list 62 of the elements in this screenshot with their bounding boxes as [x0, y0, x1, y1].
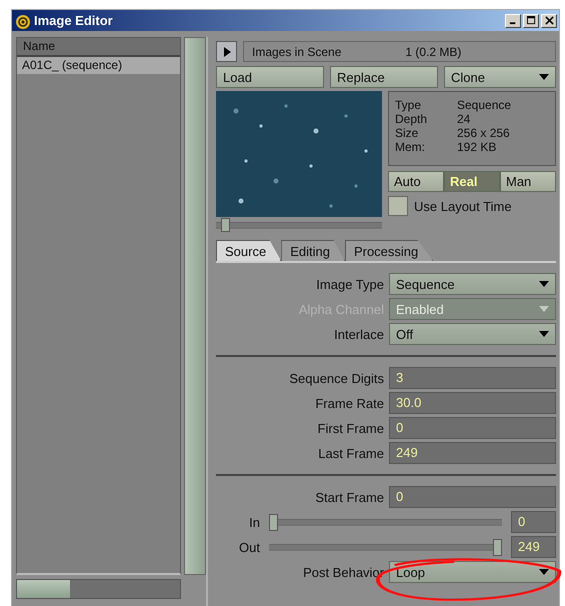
- dropdown-arrow-icon: [539, 306, 549, 312]
- number-field[interactable]: 30.0: [389, 392, 556, 414]
- scene-count: 1 (0.2 MB): [405, 44, 462, 58]
- action-button[interactable]: Replace: [330, 66, 438, 88]
- field-label: Post Behavior: [302, 564, 384, 580]
- minimize-button[interactable]: [505, 14, 521, 28]
- field-label: Sequence Digits: [288, 370, 384, 386]
- scene-label: Images in Scene: [252, 44, 342, 58]
- info-label: Size: [395, 126, 420, 140]
- slider-label: In: [248, 514, 260, 530]
- field-label: First Frame: [316, 420, 384, 436]
- play-button[interactable]: [216, 41, 237, 62]
- field-label: Image Type: [315, 276, 384, 292]
- window-title: Image Editor: [34, 13, 113, 28]
- dropdown-arrow-icon: [539, 331, 549, 337]
- checkbox-label: Use Layout Time: [414, 198, 512, 214]
- info-label: Type: [395, 98, 422, 112]
- image-list-item[interactable]: A01C_ (sequence): [17, 57, 180, 74]
- slider-handle[interactable]: [220, 218, 230, 232]
- dropdown[interactable]: Sequence: [389, 273, 556, 295]
- info-label: Depth: [395, 112, 428, 126]
- close-button[interactable]: [541, 14, 557, 28]
- column-header[interactable]: Name: [17, 38, 180, 57]
- number-field[interactable]: 249: [511, 536, 556, 558]
- close-icon: [544, 16, 554, 25]
- field-label: Interlace: [333, 326, 384, 342]
- scroll-thumb[interactable]: [17, 580, 70, 598]
- dropdown-arrow-icon: [539, 74, 549, 80]
- slider-label: Out: [238, 540, 260, 554]
- field-label: Frame Rate: [314, 396, 384, 410]
- dropdown-arrow-icon: [539, 569, 549, 575]
- number-field[interactable]: 0: [389, 417, 556, 439]
- field-label: Start Frame: [314, 490, 384, 504]
- slider-handle[interactable]: [493, 538, 502, 556]
- action-button[interactable]: Load: [216, 66, 324, 88]
- dropdown[interactable]: Off: [389, 323, 556, 345]
- field-label: Last Frame: [317, 446, 384, 460]
- number-field[interactable]: 3: [389, 367, 556, 389]
- info-value: 24: [457, 112, 472, 126]
- dropdown[interactable]: Loop: [389, 561, 556, 583]
- maximize-button[interactable]: [523, 14, 539, 28]
- info-value: 192 KB: [457, 140, 498, 154]
- info-value: 256 x 256: [457, 126, 511, 140]
- mode-button[interactable]: Real: [444, 171, 500, 192]
- maximize-icon: [526, 16, 536, 25]
- slider-handle[interactable]: [269, 514, 278, 530]
- dropdown-arrow-icon: [539, 281, 549, 287]
- mode-button[interactable]: Auto: [388, 171, 444, 192]
- tab[interactable]: Editing: [281, 240, 345, 261]
- info-label: Mem:: [395, 140, 426, 154]
- clone-menu-button[interactable]: Clone: [444, 66, 556, 88]
- slider-track[interactable]: [216, 218, 382, 232]
- play-icon: [222, 46, 230, 56]
- checkbox[interactable]: [388, 196, 408, 216]
- number-field[interactable]: 0: [511, 511, 556, 533]
- info-value: Sequence: [457, 98, 512, 112]
- scrollbar[interactable]: [16, 579, 181, 599]
- tab[interactable]: Source: [216, 240, 282, 261]
- number-field[interactable]: 249: [389, 442, 556, 464]
- tab[interactable]: Processing: [344, 240, 434, 261]
- mode-button[interactable]: Man: [500, 171, 556, 192]
- number-field[interactable]: 0: [389, 486, 556, 508]
